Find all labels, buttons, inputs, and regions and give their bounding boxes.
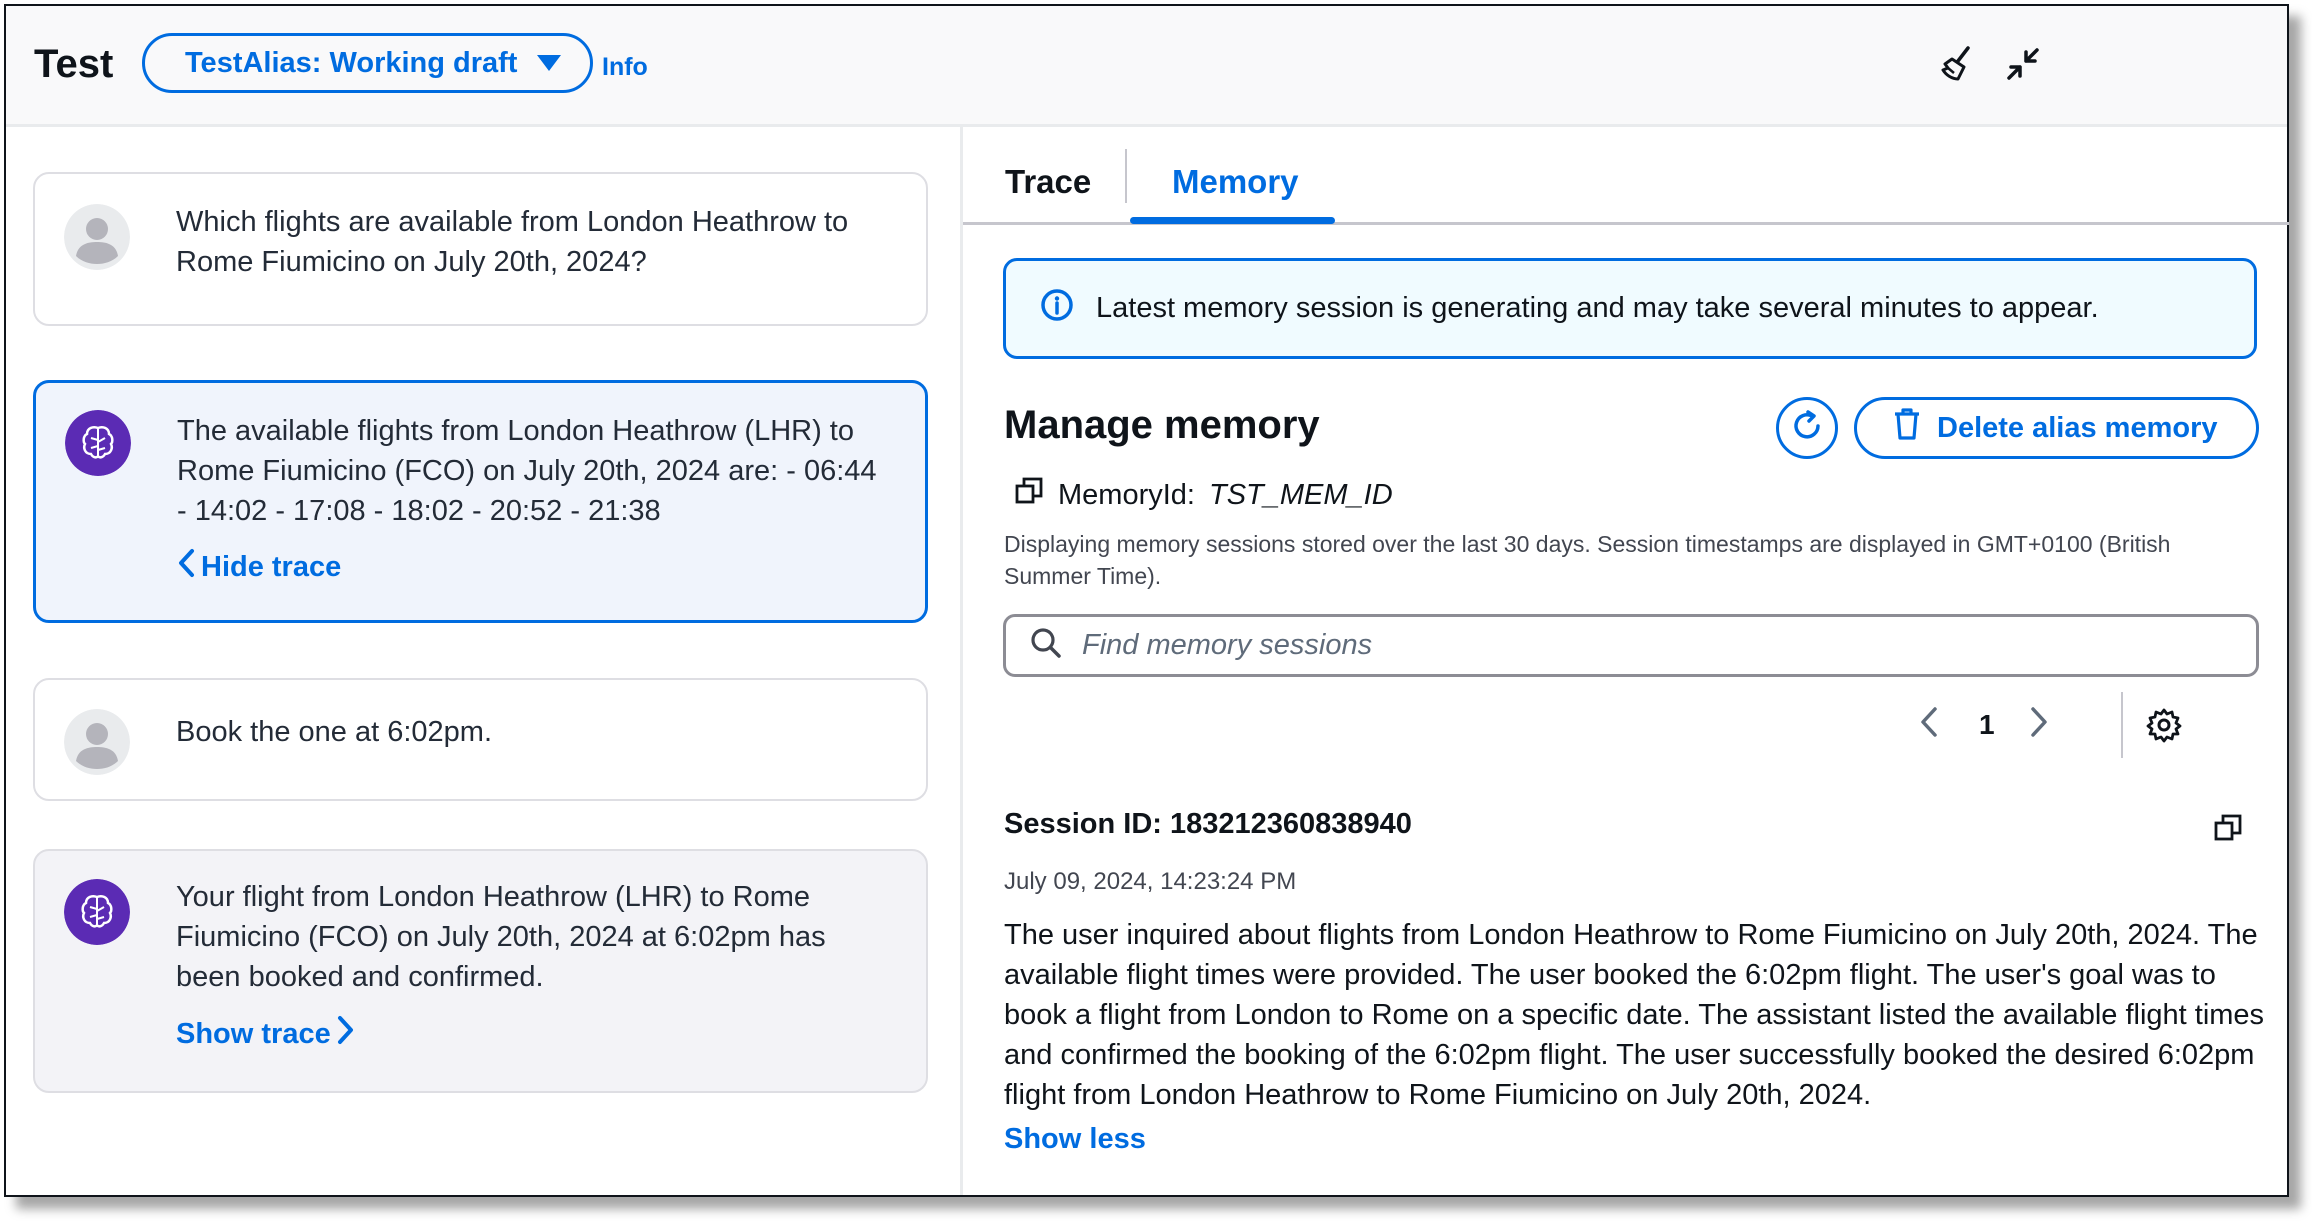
agent-avatar (65, 410, 131, 476)
chat-message-agent[interactable]: The available flights from London Heathr… (33, 380, 928, 623)
trash-icon (1893, 408, 1921, 448)
agent-avatar (64, 879, 130, 945)
memory-description: Displaying memory sessions stored over t… (1004, 531, 2171, 589)
alert-text: Latest memory session is generating and … (1096, 292, 2099, 324)
pager-separator (2121, 692, 2123, 758)
chat-pane: Which flights are available from London … (6, 127, 960, 1195)
session-id: Session ID: 183212360838940 (1004, 808, 1412, 840)
message-text: Book the one at 6:02pm. (176, 716, 492, 748)
show-trace-link[interactable]: Show trace (176, 1015, 355, 1053)
tab-separator (1125, 149, 1127, 203)
memory-id-value: TST_MEM_ID (1208, 478, 1393, 511)
delete-alias-memory-button[interactable]: Delete alias memory (1854, 397, 2259, 459)
copy-icon[interactable] (2213, 813, 2243, 848)
caret-down-icon (537, 55, 562, 71)
tab-memory[interactable]: Memory (1172, 163, 1299, 201)
manage-memory-heading: Manage memory (1004, 403, 1320, 447)
panel-title: Test (34, 42, 114, 86)
hide-trace-label: Hide trace (201, 550, 342, 583)
info-icon (1040, 288, 1074, 330)
alias-dropdown-label: TestAlias: Working draft (185, 46, 518, 79)
refresh-icon (1789, 408, 1825, 449)
minimize-icon[interactable] (2003, 44, 2043, 84)
page-number[interactable]: 1 (1979, 709, 1995, 741)
tab-trace[interactable]: Trace (1005, 163, 1091, 201)
message-text: Your flight from London Heathrow (LHR) t… (176, 881, 826, 993)
info-link[interactable]: Info (602, 53, 648, 82)
tab-bar: Trace Memory (963, 127, 2289, 225)
chat-message-user: Book the one at 6:02pm. (33, 678, 928, 801)
active-tab-indicator (1130, 217, 1335, 224)
hide-trace-link[interactable]: Hide trace (177, 548, 341, 586)
alias-dropdown[interactable]: TestAlias: Working draft (142, 33, 593, 93)
show-trace-label: Show trace (176, 1017, 331, 1050)
search-input[interactable] (1080, 628, 2184, 663)
copy-icon[interactable] (1014, 476, 1044, 514)
test-panel: Test TestAlias: Working draft Info Which… (4, 4, 2289, 1197)
memory-pane: Trace Memory Latest memory session is ge… (963, 127, 2289, 1195)
next-page-button[interactable] (2028, 705, 2050, 746)
user-avatar (64, 204, 130, 270)
chevron-right-icon (337, 1015, 355, 1053)
show-less-link[interactable]: Show less (1004, 1123, 1146, 1156)
session-timestamp: July 09, 2024, 14:23:24 PM (1004, 868, 1297, 895)
message-text: The available flights from London Heathr… (177, 415, 877, 527)
chevron-left-icon (177, 548, 195, 586)
panel-header: Test TestAlias: Working draft Info (6, 6, 2287, 127)
search-icon (1030, 627, 1062, 664)
memory-search[interactable] (1003, 614, 2259, 677)
user-avatar (64, 709, 130, 775)
chat-message-agent[interactable]: Your flight from London Heathrow (LHR) t… (33, 849, 928, 1093)
delete-alias-memory-label: Delete alias memory (1937, 411, 2218, 444)
broom-icon[interactable] (1938, 44, 1978, 84)
refresh-button[interactable] (1776, 397, 1838, 459)
memory-id-label: MemoryId: (1058, 478, 1195, 511)
info-alert: Latest memory session is generating and … (1003, 258, 2257, 359)
prev-page-button[interactable] (1918, 705, 1940, 746)
session-summary: The user inquired about flights from Lon… (1004, 919, 2265, 1111)
message-text: Which flights are available from London … (176, 206, 849, 278)
chat-message-user: Which flights are available from London … (33, 172, 928, 326)
memory-id: MemoryId: TST_MEM_ID (1014, 476, 1393, 514)
settings-icon[interactable] (2146, 707, 2182, 750)
